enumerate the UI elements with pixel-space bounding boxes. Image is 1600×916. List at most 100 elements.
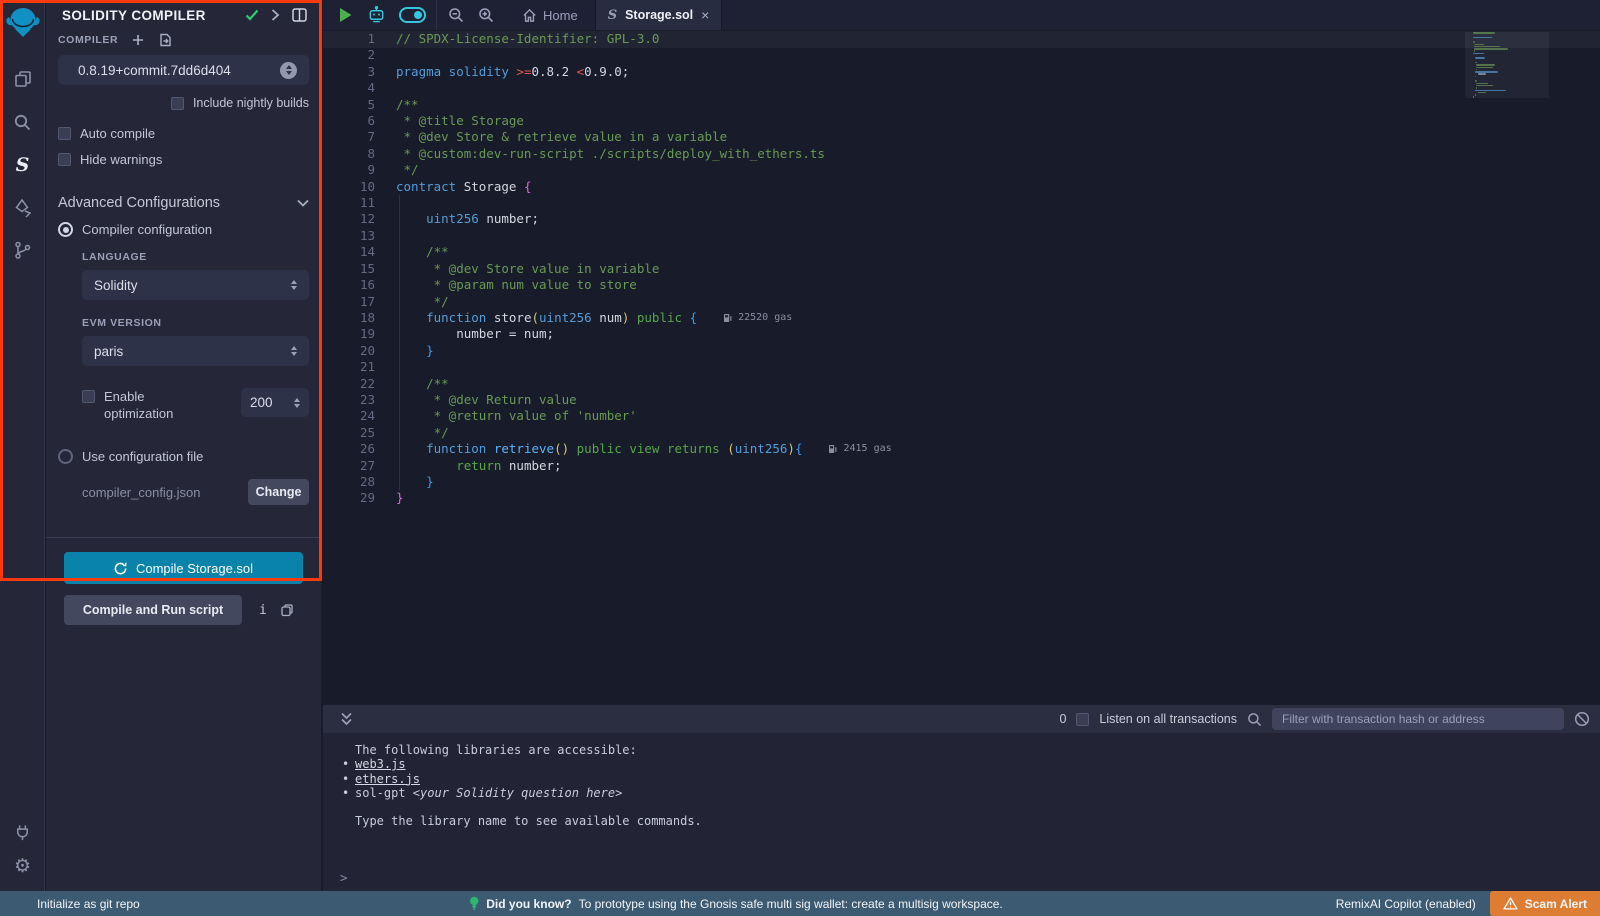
activity-bar: S ⚙ bbox=[0, 0, 45, 891]
line-number[interactable]: 24 bbox=[323, 408, 375, 424]
line-number[interactable]: 3 bbox=[323, 64, 375, 80]
line-number[interactable]: 23 bbox=[323, 392, 375, 408]
auto-compile-label: Auto compile bbox=[80, 126, 155, 141]
git-icon bbox=[13, 240, 32, 260]
zoom-out-button[interactable] bbox=[441, 0, 471, 30]
line-number[interactable]: 10 bbox=[323, 179, 375, 195]
terminal[interactable]: The following libraries are accessible: … bbox=[323, 733, 1600, 891]
line-number[interactable]: 7 bbox=[323, 129, 375, 145]
line-number[interactable]: 8 bbox=[323, 146, 375, 162]
transaction-filter-input[interactable] bbox=[1272, 708, 1564, 730]
minimap-line bbox=[1473, 37, 1492, 39]
line-number[interactable]: 27 bbox=[323, 458, 375, 474]
line-number[interactable]: 11 bbox=[323, 195, 375, 211]
solgpt-hint: <your Solidity question here> bbox=[413, 786, 623, 800]
tip-title: Did you know? bbox=[486, 897, 571, 911]
compiler-section-label: COMPILER bbox=[58, 34, 118, 46]
sidebar-item-deploy-run[interactable] bbox=[0, 191, 45, 225]
clear-console-icon[interactable] bbox=[1574, 711, 1590, 727]
line-number[interactable]: 18 bbox=[323, 310, 375, 326]
terminal-footer: Type the library name to see available c… bbox=[355, 815, 1600, 829]
sidebar-item-solidity-compiler[interactable]: S bbox=[0, 148, 45, 182]
run-script-button[interactable] bbox=[331, 0, 360, 30]
line-number[interactable]: 20 bbox=[323, 343, 375, 359]
line-number[interactable]: 6 bbox=[323, 113, 375, 129]
refresh-icon bbox=[114, 562, 127, 575]
line-number[interactable]: 2 bbox=[323, 47, 375, 63]
code-editor[interactable]: 1// SPDX-License-Identifier: GPL-3.02 3p… bbox=[323, 30, 1600, 705]
terminal-prompt[interactable]: > bbox=[340, 870, 348, 885]
zoom-in-button[interactable] bbox=[471, 0, 501, 30]
copilot-status[interactable]: RemixAI Copilot (enabled) bbox=[1336, 897, 1476, 911]
line-number[interactable]: 13 bbox=[323, 228, 375, 244]
remix-logo[interactable] bbox=[0, 0, 45, 44]
evm-version-select[interactable]: paris bbox=[82, 336, 309, 366]
home-button[interactable]: Home bbox=[515, 0, 585, 30]
open-compiler-file-icon[interactable] bbox=[158, 33, 172, 47]
collapse-terminal-button[interactable] bbox=[333, 704, 360, 734]
line-number[interactable]: 14 bbox=[323, 244, 375, 260]
line-number[interactable]: 12 bbox=[323, 211, 375, 227]
change-config-button[interactable]: Change bbox=[248, 479, 309, 505]
sidebar-item-git[interactable] bbox=[0, 233, 45, 267]
git-init-status[interactable]: Initialize as git repo bbox=[0, 897, 140, 911]
use-configuration-file-radio[interactable] bbox=[58, 449, 73, 464]
copilot-toggle[interactable] bbox=[399, 7, 426, 23]
include-nightly-checkbox[interactable] bbox=[171, 97, 184, 110]
line-number[interactable]: 5 bbox=[323, 97, 375, 113]
line-number[interactable]: 22 bbox=[323, 376, 375, 392]
optimization-runs-input[interactable]: 200 bbox=[241, 388, 309, 417]
search-icon[interactable] bbox=[1247, 712, 1262, 727]
ethers-link[interactable]: ethers.js bbox=[355, 772, 420, 786]
code-line: 28 } bbox=[323, 474, 892, 490]
info-icon[interactable]: i bbox=[259, 603, 267, 618]
zoom-in-icon bbox=[478, 7, 494, 23]
split-view-icon[interactable] bbox=[292, 8, 307, 22]
minimap-line bbox=[1476, 67, 1493, 69]
tab-storage-sol[interactable]: S Storage.sol × bbox=[595, 0, 723, 30]
line-number[interactable]: 25 bbox=[323, 425, 375, 441]
ai-copilot-button[interactable] bbox=[360, 0, 393, 30]
add-compiler-icon[interactable] bbox=[132, 34, 144, 46]
line-number[interactable]: 29 bbox=[323, 490, 375, 506]
auto-compile-checkbox[interactable] bbox=[58, 127, 71, 140]
line-number[interactable]: 26 bbox=[323, 441, 375, 457]
compile-and-run-button[interactable]: Compile and Run script bbox=[64, 595, 242, 625]
line-number[interactable]: 15 bbox=[323, 261, 375, 277]
compile-button[interactable]: Compile Storage.sol bbox=[64, 552, 303, 584]
terminal-library-item: •sol-gpt <your Solidity question here> bbox=[355, 787, 1600, 801]
web3-link[interactable]: web3.js bbox=[355, 757, 406, 771]
line-number[interactable]: 21 bbox=[323, 359, 375, 375]
scam-alert-badge[interactable]: Scam Alert bbox=[1490, 891, 1600, 916]
line-number[interactable]: 19 bbox=[323, 326, 375, 342]
compiler-configuration-radio[interactable] bbox=[58, 222, 73, 237]
close-icon[interactable]: × bbox=[701, 8, 709, 22]
remix-logo-icon bbox=[5, 6, 41, 38]
line-number[interactable]: 4 bbox=[323, 80, 375, 96]
sidebar-item-settings[interactable]: ⚙ bbox=[0, 849, 45, 883]
line-number[interactable]: 1 bbox=[323, 31, 375, 47]
compiler-version-select[interactable]: 0.8.19+commit.7dd6d404 bbox=[58, 55, 309, 85]
compiler-configuration-label: Compiler configuration bbox=[82, 222, 212, 237]
terminal-intro: The following libraries are accessible: bbox=[355, 744, 1600, 758]
sidebar-item-plugin-manager[interactable] bbox=[0, 815, 45, 849]
minimap-line bbox=[1475, 57, 1484, 59]
language-select[interactable]: Solidity bbox=[82, 270, 309, 300]
sidebar-item-file-explorer[interactable] bbox=[0, 62, 45, 96]
sidebar-item-search[interactable] bbox=[0, 105, 45, 139]
hide-warnings-checkbox[interactable] bbox=[58, 153, 71, 166]
minimap-line bbox=[1473, 32, 1495, 34]
minimap[interactable] bbox=[1473, 32, 1545, 152]
chevron-right-icon[interactable] bbox=[271, 9, 280, 21]
tab-label: Storage.sol bbox=[625, 8, 693, 22]
advanced-configurations-toggle[interactable]: Advanced Configurations bbox=[58, 195, 309, 211]
code-line: 16 * @param num value to store bbox=[323, 277, 892, 293]
line-number[interactable]: 9 bbox=[323, 162, 375, 178]
line-number[interactable]: 16 bbox=[323, 277, 375, 293]
line-number[interactable]: 28 bbox=[323, 474, 375, 490]
listen-all-transactions-checkbox[interactable] bbox=[1076, 713, 1089, 726]
enable-optimization-checkbox[interactable] bbox=[82, 390, 95, 403]
copy-icon[interactable] bbox=[280, 603, 294, 617]
editor-lines: 1// SPDX-License-Identifier: GPL-3.02 3p… bbox=[323, 31, 892, 507]
line-number[interactable]: 17 bbox=[323, 294, 375, 310]
